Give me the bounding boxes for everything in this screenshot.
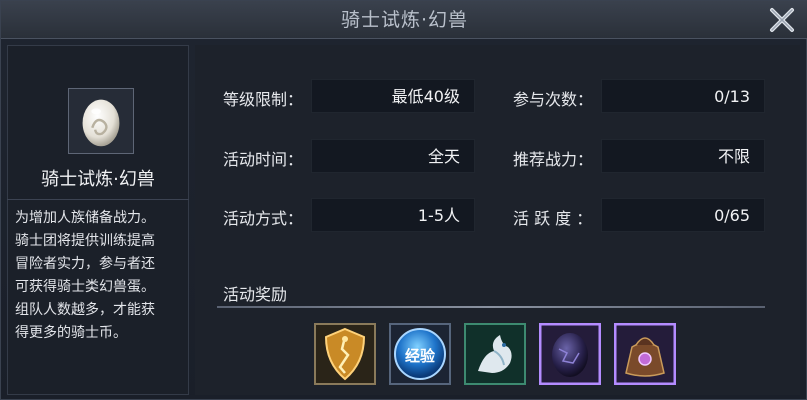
activity-mode-label: 活动方式： xyxy=(223,209,304,228)
close-button[interactable] xyxy=(766,5,798,35)
rewards-divider xyxy=(217,306,765,308)
reward-item[interactable] xyxy=(539,323,601,385)
activity-time-label: 活动时间： xyxy=(223,150,304,169)
description-line: 骑士团将提供训练提高 xyxy=(15,233,155,249)
activity-icon-frame xyxy=(68,88,134,154)
exp-orb-icon: 经验 xyxy=(389,323,451,385)
level-limit-value: 最低40级 xyxy=(311,79,475,113)
reward-item[interactable] xyxy=(464,323,526,385)
activity-points-value: 0/65 xyxy=(601,198,765,232)
participation-count-label: 参与次数： xyxy=(513,90,594,109)
egg-icon xyxy=(82,99,120,147)
reward-item[interactable] xyxy=(614,323,676,385)
activity-name: 骑士试炼·幻兽 xyxy=(41,169,155,190)
recommended-power-label: 推荐战力： xyxy=(513,150,594,169)
rewards-title: 活动奖励 xyxy=(223,285,288,304)
level-limit-label: 等级限制： xyxy=(223,90,304,109)
activity-description: 为增加人族储备战力。 骑士团将提供训练提高 冒险者实力，参与者还 可获得骑士类幻… xyxy=(15,207,187,345)
exp-orb-label: 经验 xyxy=(405,347,436,365)
divider xyxy=(7,199,189,200)
description-line: 可获得骑士类幻兽蛋。 xyxy=(15,279,155,295)
reward-item[interactable] xyxy=(314,323,376,385)
activity-dialog: 骑士试炼·幻兽 骑士试炼·幻兽 为增加人族储备战力。 骑士团将提供训练提高 冒险… xyxy=(0,0,807,400)
description-line: 组队人数越多，才能获 xyxy=(15,302,155,318)
participation-count-value: 0/13 xyxy=(601,79,765,113)
activity-mode-value: 1-5人 xyxy=(311,198,475,232)
treasure-bag-icon xyxy=(614,323,676,385)
activity-time-value: 全天 xyxy=(311,139,475,173)
description-line: 得更多的骑士币。 xyxy=(15,325,127,341)
description-line: 为增加人族储备战力。 xyxy=(15,210,155,226)
reward-item[interactable]: 经验 xyxy=(389,323,451,385)
activity-points-label: 活 跃 度 ： xyxy=(513,209,593,228)
golden-shield-icon xyxy=(314,323,376,385)
white-dragon-icon xyxy=(464,323,526,385)
dialog-title: 骑士试炼·幻兽 xyxy=(340,9,469,31)
close-icon xyxy=(770,8,794,32)
recommended-power-value: 不限 xyxy=(601,139,765,173)
description-line: 冒险者实力，参与者还 xyxy=(15,256,155,272)
dark-egg-icon xyxy=(539,323,601,385)
